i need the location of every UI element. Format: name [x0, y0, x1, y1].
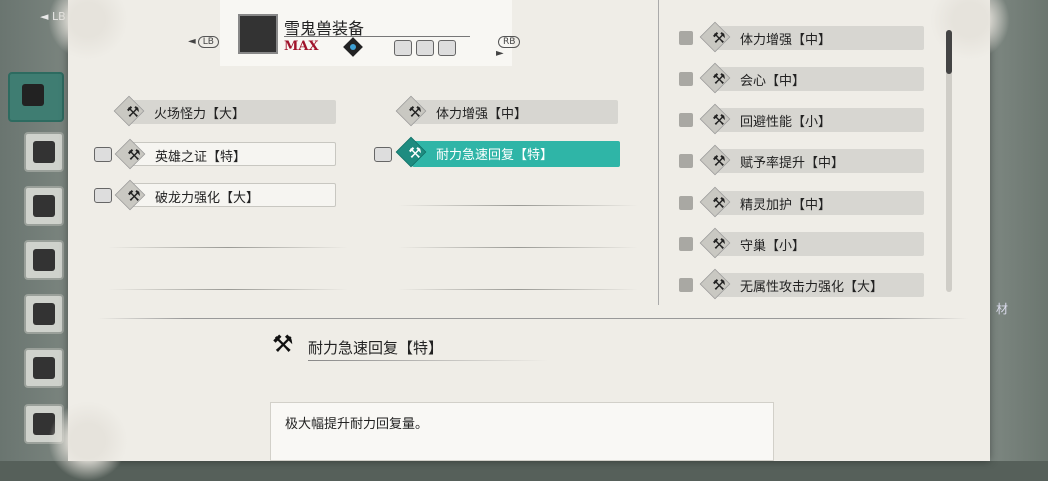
equipment-tab[interactable]: [24, 294, 64, 334]
skill-icon: ⚒: [712, 29, 726, 47]
skill-icon: ⚒: [126, 103, 140, 121]
skill-label: 无属性攻击力强化【大】: [740, 280, 884, 295]
detail-description-box: 极大幅提升耐力回复量。: [270, 402, 774, 461]
skill-checkbox[interactable]: [679, 237, 693, 251]
skill-label: 体力增强【中】: [436, 107, 528, 122]
skill-list-item[interactable]: ⚒ 无属性攻击力强化【大】: [699, 268, 924, 300]
skill-label: 耐力急速回复【特】: [436, 148, 554, 163]
decoration-icon: [94, 188, 112, 203]
skill-label: 守巢【小】: [740, 239, 806, 254]
prev-equipment-button[interactable]: ◄ LB: [188, 36, 221, 48]
empty-slot-line: [398, 289, 638, 290]
decoration-slot-icon: [416, 40, 434, 56]
horizontal-divider: [98, 318, 968, 319]
equipment-level: MAX: [284, 39, 319, 54]
rarity-icon: [343, 37, 363, 57]
skill-icon: ⚒: [712, 276, 726, 294]
leg-icon: [33, 303, 55, 325]
slotted-skill[interactable]: ⚒ 英雄之证【特】: [114, 138, 336, 170]
skill-list-item[interactable]: ⚒ 精灵加护【中】: [699, 186, 924, 218]
skill-icon: ⚒: [712, 111, 726, 129]
waist-icon: [33, 249, 55, 271]
slotted-skill[interactable]: ⚒ 火场怪力【大】: [113, 95, 336, 127]
equipment-tab[interactable]: [24, 240, 64, 280]
skill-label: 破龙力强化【大】: [155, 191, 260, 206]
skill-label: 赋予率提升【中】: [740, 156, 845, 171]
skill-list-item[interactable]: ⚒ 守巢【小】: [699, 227, 924, 259]
skill-checkbox[interactable]: [679, 196, 693, 210]
vertical-divider: [658, 0, 659, 305]
skill-icon: ⚒: [712, 194, 726, 212]
skill-label: 体力增强【中】: [740, 33, 832, 48]
detail-title: 耐力急速回复【特】: [308, 339, 444, 357]
ornament: [48, 401, 128, 481]
armor-icon: [33, 357, 55, 379]
materials-label: 材: [996, 302, 1009, 316]
skill-icon: ⚒: [712, 235, 726, 253]
skill-icon: ⚒: [408, 103, 422, 121]
slotted-skill[interactable]: ⚒ 破龙力强化【大】: [114, 179, 336, 211]
arm-icon: [33, 195, 55, 217]
skill-checkbox[interactable]: [679, 278, 693, 292]
next-equipment-button[interactable]: RB►: [496, 36, 522, 59]
skill-list-item[interactable]: ⚒ 会心【中】: [699, 62, 924, 94]
skill-icon: ⚒: [712, 70, 726, 88]
equipment-icon: [238, 14, 278, 54]
equipment-header: ◄ LB 雪鬼兽装备 MAX RB►: [188, 0, 521, 66]
skill-icon: ⚒: [127, 146, 141, 164]
skill-checkbox[interactable]: [679, 113, 693, 127]
skill-icon: ⚒: [408, 144, 422, 162]
skill-icon: ⚒: [272, 330, 294, 358]
decoration-slot-icon: [394, 40, 412, 56]
skill-label: 英雄之证【特】: [155, 150, 247, 165]
slotted-skill-selected[interactable]: ⚒ 耐力急速回复【特】: [395, 136, 620, 168]
decoration-icon: [374, 147, 392, 162]
skill-checkbox[interactable]: [679, 72, 693, 86]
scrollbar-thumb[interactable]: [946, 30, 952, 74]
skill-checkbox[interactable]: [679, 31, 693, 45]
slotted-skill[interactable]: ⚒ 体力增强【中】: [395, 95, 618, 127]
empty-slot-line: [108, 247, 348, 248]
divider: [284, 36, 470, 37]
skill-label: 会心【中】: [740, 74, 806, 89]
skill-label: 火场怪力【大】: [154, 107, 246, 122]
divider: [308, 360, 548, 361]
decoration-slot-icon: [438, 40, 456, 56]
skill-panel: ◄ LB 雪鬼兽装备 MAX RB► ⚒ 火场怪力【大】 ⚒ 英雄之证【特】 ⚒ …: [48, 0, 1010, 481]
empty-slot-line: [398, 247, 638, 248]
background-right: [990, 0, 1048, 461]
skill-icon: ⚒: [127, 187, 141, 205]
empty-slot-line: [398, 205, 638, 206]
chest-icon: [33, 141, 55, 163]
skill-list-item[interactable]: ⚒ 赋予率提升【中】: [699, 144, 924, 176]
skill-label: 回避性能【小】: [740, 115, 832, 130]
skill-checkbox[interactable]: [679, 154, 693, 168]
empty-slot-line: [108, 289, 348, 290]
equipment-tab[interactable]: [24, 186, 64, 226]
helmet-icon: [22, 84, 44, 106]
detail-description: 极大幅提升耐力回复量。: [285, 417, 429, 432]
skill-icon: ⚒: [712, 152, 726, 170]
skill-list-item[interactable]: ⚒ 回避性能【小】: [699, 103, 924, 135]
background-left: [0, 0, 70, 461]
skill-list-item[interactable]: ⚒ 体力增强【中】: [699, 21, 924, 53]
skill-label: 精灵加护【中】: [740, 198, 832, 213]
decoration-icon: [94, 147, 112, 162]
equipment-tab[interactable]: [24, 132, 64, 172]
equipment-tab[interactable]: [24, 348, 64, 388]
equipment-tab-active[interactable]: [8, 72, 64, 122]
